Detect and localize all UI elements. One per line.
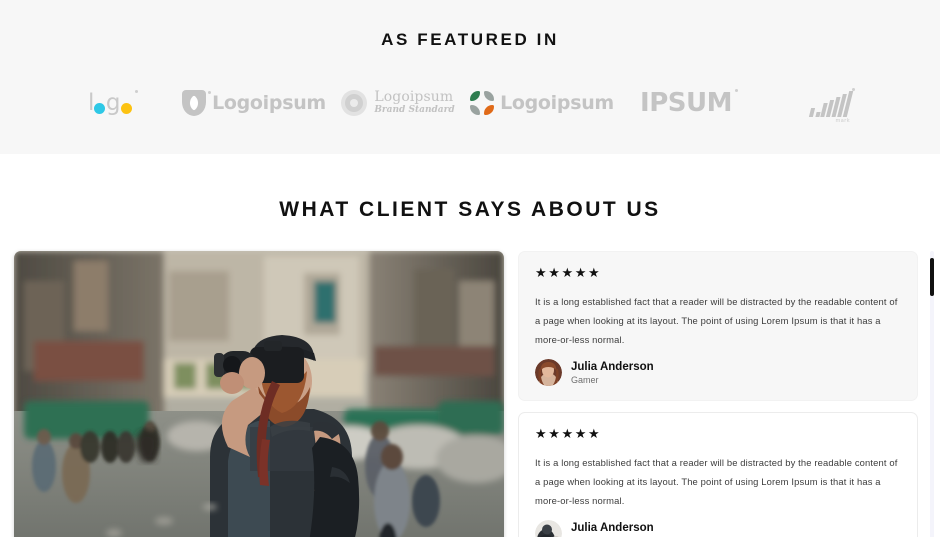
testimonials-title: WHAT CLIENT SAYS ABOUT US bbox=[279, 198, 661, 221]
rating-stars: ★★★★★ bbox=[535, 426, 602, 441]
partner-logo-3-label: Logoipsum bbox=[374, 89, 454, 105]
logo-tick-dot-icon bbox=[852, 88, 855, 91]
slanted-bars-icon: mark bbox=[808, 88, 855, 124]
testimonial-quote: It is a long established fact that a rea… bbox=[535, 296, 898, 345]
avatar bbox=[535, 520, 562, 537]
spiral-circle-icon bbox=[341, 90, 368, 116]
logo-colored-dots-icon: l g bbox=[88, 89, 138, 115]
testimonial-card[interactable]: ★★★★★ It is a long established fact that… bbox=[518, 251, 918, 401]
as-featured-in-title: AS FEATURED IN bbox=[381, 30, 559, 49]
author-name: Julia Anderson bbox=[571, 360, 654, 373]
partner-logo-4[interactable]: Logoipsum bbox=[470, 80, 614, 126]
testimonial-author: Julia Anderson Gamer bbox=[535, 520, 901, 537]
partner-logo-4-label: Logoipsum bbox=[500, 92, 614, 114]
testimonial-author: Julia Anderson Gamer bbox=[535, 359, 901, 386]
testimonials-list[interactable]: ★★★★★ It is a long established fact that… bbox=[518, 251, 940, 537]
partner-logo-5[interactable]: IPSUM bbox=[614, 80, 758, 126]
partner-logo-6[interactable]: mark bbox=[758, 80, 902, 126]
testimonials-section: WHAT CLIENT SAYS ABOUT US ★★★★★ It is a … bbox=[0, 154, 940, 537]
as-featured-in-section: AS FEATURED IN l g Logoipsum Logoipsum B… bbox=[0, 0, 940, 154]
author-name: Julia Anderson bbox=[571, 521, 654, 534]
shield-icon bbox=[182, 90, 207, 116]
testimonials-scrollbar-thumb[interactable] bbox=[930, 258, 934, 296]
partner-logo-5-label: IPSUM bbox=[640, 88, 732, 118]
author-role: Gamer bbox=[571, 374, 599, 385]
partner-logo-2[interactable]: Logoipsum bbox=[182, 80, 326, 126]
street-photographer-photo bbox=[14, 251, 504, 537]
logo-tick-dot-icon bbox=[734, 89, 738, 92]
avatar bbox=[535, 359, 562, 386]
partner-logo-6-sublabel: mark bbox=[835, 118, 850, 124]
partner-logo-row: l g Logoipsum Logoipsum Brand Standard L… bbox=[0, 80, 940, 126]
testimonial-card[interactable]: ★★★★★ It is a long established fact that… bbox=[518, 412, 918, 537]
partner-logo-3-sublabel: Brand Standard bbox=[374, 105, 455, 115]
rating-stars: ★★★★★ bbox=[535, 265, 602, 280]
testimonial-quote: It is a long established fact that a rea… bbox=[535, 457, 898, 506]
partner-logo-3[interactable]: Logoipsum Brand Standard bbox=[326, 80, 470, 126]
logo-tick-dot-icon bbox=[135, 89, 138, 93]
partner-logo-1[interactable]: l g bbox=[38, 80, 182, 126]
partner-logo-2-label: Logoipsum bbox=[212, 92, 326, 114]
pinwheel-leaf-icon bbox=[470, 91, 495, 115]
logo-tick-dot-icon bbox=[208, 91, 212, 94]
